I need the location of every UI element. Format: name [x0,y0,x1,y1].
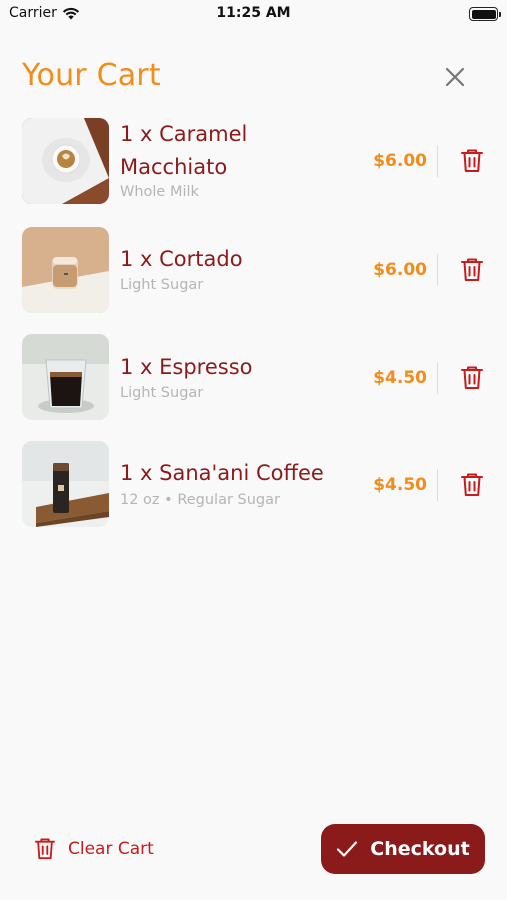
delete-item-button[interactable] [460,148,484,174]
trash-icon [461,149,483,172]
item-name-line: 1 x Sana'ani Coffee [120,461,324,485]
item-option: 12 oz • Regular Sugar [120,492,280,508]
item-name-line: 1 x Caramel [120,122,248,146]
trash-icon [461,258,483,281]
cortado-image [22,227,109,313]
item-option: Light Sugar [120,385,204,401]
item-option: Whole Milk [120,184,199,200]
status-bar: Carrier 11:25 AM [0,0,507,30]
cart-item[interactable]: 1 x Sana'ani Coffee 12 oz • Regular Suga… [0,440,507,530]
item-price: $6.00 [373,260,427,280]
status-time: 11:25 AM [216,5,291,21]
cart-item[interactable]: 1 x Cortado Light Sugar $6.00 [0,225,507,315]
clear-cart-label: Clear Cart [68,839,154,859]
item-name: 1 x Espresso [120,351,360,384]
caramel-macchiato-image [22,118,109,204]
item-name-line: 1 x Cortado [120,247,243,271]
item-price: $4.50 [373,368,427,388]
item-name: 1 x Cortado [120,243,360,276]
battery-icon [469,7,501,21]
delete-item-button[interactable] [460,257,484,283]
item-price: $6.00 [373,151,427,171]
sanaani-coffee-image [22,441,109,527]
item-name-line: 1 x Espresso [120,355,253,379]
item-price: $4.50 [373,475,427,495]
item-name-line: Macchiato [120,155,228,179]
trash-icon [34,838,56,860]
delete-item-button[interactable] [460,365,484,391]
delete-item-button[interactable] [460,472,484,498]
trash-icon [461,366,483,389]
checkmark-icon [337,841,358,857]
item-option: Light Sugar [120,277,204,293]
item-name: 1 x Sana'ani Coffee [120,457,360,490]
divider [437,254,438,286]
close-icon [445,67,465,87]
cart-item[interactable]: 1 x Espresso Light Sugar $4.50 [0,333,507,423]
checkout-label: Checkout [370,838,470,860]
espresso-image [22,334,109,420]
divider [437,469,438,501]
clear-cart-button[interactable]: Clear Cart [34,834,154,864]
checkout-button[interactable]: Checkout [321,824,485,874]
item-name: 1 x Caramel Macchiato [120,118,360,184]
trash-icon [461,473,483,496]
page-title: Your Cart [22,58,161,93]
divider [437,145,438,177]
divider [437,362,438,394]
cart-item[interactable]: 1 x Caramel Macchiato Whole Milk $6.00 [0,115,507,205]
close-button[interactable] [442,64,468,90]
